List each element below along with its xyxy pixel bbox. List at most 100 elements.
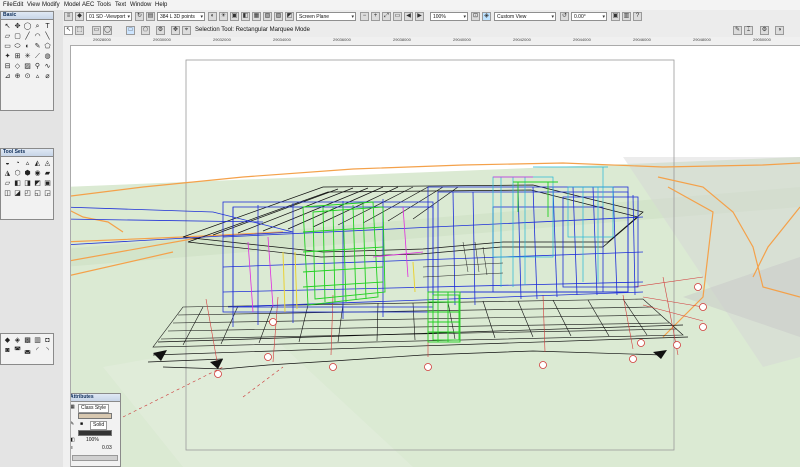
hexagon-icon[interactable]: ⬡ [13, 169, 22, 178]
polygon-icon[interactable]: ⬠ [43, 42, 52, 51]
locus-icon[interactable]: ⚲ [33, 62, 42, 71]
pen-style-select[interactable]: Solid [90, 421, 108, 430]
fit-icon[interactable]: ⤢ [382, 12, 391, 21]
drawing-size-icon[interactable]: ▭ [393, 12, 402, 21]
space-icon[interactable]: ◰ [23, 189, 32, 198]
fill-style-select[interactable]: Class Style [78, 404, 110, 413]
menu-tools[interactable]: Tools [97, 1, 111, 9]
previous-view-icon[interactable]: ◀ [404, 12, 413, 21]
slab-icon[interactable]: ▱ [3, 179, 12, 188]
column-icon[interactable]: ◩ [33, 179, 42, 188]
cursor-icon[interactable]: ⌶ [744, 26, 753, 35]
star-icon[interactable]: ✦ [3, 52, 12, 61]
pen-color-swatch[interactable] [78, 430, 112, 436]
landscape-icon[interactable]: ◛ [23, 346, 32, 355]
menu-window[interactable]: Window [130, 1, 151, 9]
diamond-icon[interactable]: ◇ [13, 62, 22, 71]
pick-icon[interactable]: ✥ [171, 26, 180, 35]
detail-icon[interactable]: ▩ [23, 336, 32, 345]
pen-color[interactable]: ■ [80, 421, 83, 428]
lighting-icon[interactable]: ◘ [43, 336, 52, 345]
group-icon[interactable]: ▦ [252, 12, 261, 21]
menu-modify[interactable]: Modify [42, 1, 60, 9]
menu-aec[interactable]: AEC [82, 1, 94, 9]
zoom-icon[interactable]: ⌕ [33, 22, 42, 31]
working-plane-icon[interactable]: ◩ [285, 12, 294, 21]
drawing-canvas[interactable] [63, 37, 800, 467]
flyover-icon[interactable]: ↻ [135, 12, 144, 21]
visualization-icon[interactable]: ◚ [13, 346, 22, 355]
resources-icon[interactable]: ⚙ [760, 26, 769, 35]
render-icon[interactable]: ◐ [208, 12, 217, 21]
triangle-icon[interactable]: ⊿ [3, 72, 12, 81]
wall-icon[interactable]: ▰ [43, 169, 52, 178]
rectangular-marquee-icon[interactable]: □ [126, 26, 135, 35]
snap-icon[interactable]: ⌖ [182, 26, 191, 35]
landmark-icon[interactable]: ◲ [43, 189, 52, 198]
plane-select[interactable]: Screen Plane [296, 12, 356, 21]
stack-layers-icon[interactable]: ▥ [622, 12, 631, 21]
double-line-icon[interactable]: ╲ [43, 32, 52, 41]
display-mode-icon[interactable]: ◑ [775, 26, 784, 35]
view-select[interactable]: Custom View [494, 12, 556, 21]
curve-icon[interactable]: ∿ [43, 62, 52, 71]
furniture-icon[interactable]: ▥ [33, 336, 42, 345]
oval-icon[interactable]: ⬭ [13, 42, 22, 51]
scale-select[interactable]: 384 L 3D points [157, 12, 205, 21]
zoom-in-icon[interactable]: + [371, 12, 380, 21]
cone-icon[interactable]: ◔ [13, 159, 22, 168]
pyramid-icon[interactable]: ▵ [23, 159, 32, 168]
torus-icon[interactable]: ◉ [33, 169, 42, 178]
menu-model[interactable]: Model [64, 1, 80, 9]
rotate-icon[interactable]: ↺ [560, 12, 569, 21]
diameter-icon[interactable]: ⌀ [43, 72, 52, 81]
site-icon[interactable]: ◱ [33, 189, 42, 198]
polyline-icon[interactable]: ⟋ [33, 52, 42, 61]
fill-color-swatch[interactable] [78, 413, 112, 419]
compass-icon[interactable]: ⊕ [13, 72, 22, 81]
menu-view[interactable]: View [27, 1, 40, 9]
roof-icon[interactable]: ◧ [13, 179, 22, 188]
zoom-out-icon[interactable]: − [360, 12, 369, 21]
selection-icon[interactable]: ↖ [3, 22, 12, 31]
loft-icon[interactable]: ◮ [3, 169, 12, 178]
menu-help[interactable]: Help [155, 1, 167, 9]
eyedropper-icon[interactable]: ◯ [23, 22, 32, 31]
lighting-icon[interactable]: ☀ [219, 12, 228, 21]
triangle-outline-icon[interactable]: ▵ [33, 72, 42, 81]
door-icon[interactable]: ◫ [3, 189, 12, 198]
rectangle-icon[interactable]: ▢ [13, 32, 22, 41]
help-icon[interactable]: ? [633, 12, 642, 21]
freehand-icon[interactable]: ✎ [33, 42, 42, 51]
menu-file[interactable]: File [3, 1, 13, 9]
line-icon[interactable]: ╱ [23, 32, 32, 41]
pan-icon[interactable]: ✥ [13, 22, 22, 31]
trim-icon[interactable]: ⊟ [3, 62, 12, 71]
rect-mode-icon[interactable]: ▭ [92, 26, 101, 35]
stair-icon[interactable]: ◪ [13, 189, 22, 198]
sphere-icon[interactable]: ◒ [3, 159, 12, 168]
machine-icon[interactable]: ◜ [33, 346, 42, 355]
layer-options-icon[interactable]: ≡ [64, 12, 73, 21]
extrude-icon[interactable]: ◭ [33, 159, 42, 168]
window-icon[interactable]: ▣ [43, 179, 52, 188]
arc-icon[interactable]: ◠ [33, 32, 42, 41]
snapping-icon[interactable]: ✎ [733, 26, 742, 35]
next-view-icon[interactable]: ▶ [415, 12, 424, 21]
sweep-icon[interactable]: ◬ [43, 159, 52, 168]
select-mode-icon[interactable]: ↖ [64, 26, 73, 35]
polygon-marquee-icon[interactable]: ⬠ [141, 26, 150, 35]
solid-icon[interactable]: ⬢ [23, 169, 32, 178]
lasso-mode-icon[interactable]: ◯ [103, 26, 112, 35]
settings-icon[interactable]: ⚙ [156, 26, 165, 35]
grid-icon[interactable]: ⊞ [13, 52, 22, 61]
dims-icon[interactable]: ◆ [3, 336, 12, 345]
opacity-value[interactable]: 100% [86, 437, 99, 444]
navigation-icon[interactable]: ◆ [75, 12, 84, 21]
saved-sets-icon[interactable]: ◝ [43, 346, 52, 355]
camera-icon[interactable]: ▣ [230, 12, 239, 21]
angle-field[interactable]: 0.00° [571, 12, 607, 21]
floor-icon[interactable]: ◨ [23, 179, 32, 188]
spiral-icon[interactable]: ✳ [23, 52, 32, 61]
marquee-icon[interactable]: ⬚ [75, 26, 84, 35]
